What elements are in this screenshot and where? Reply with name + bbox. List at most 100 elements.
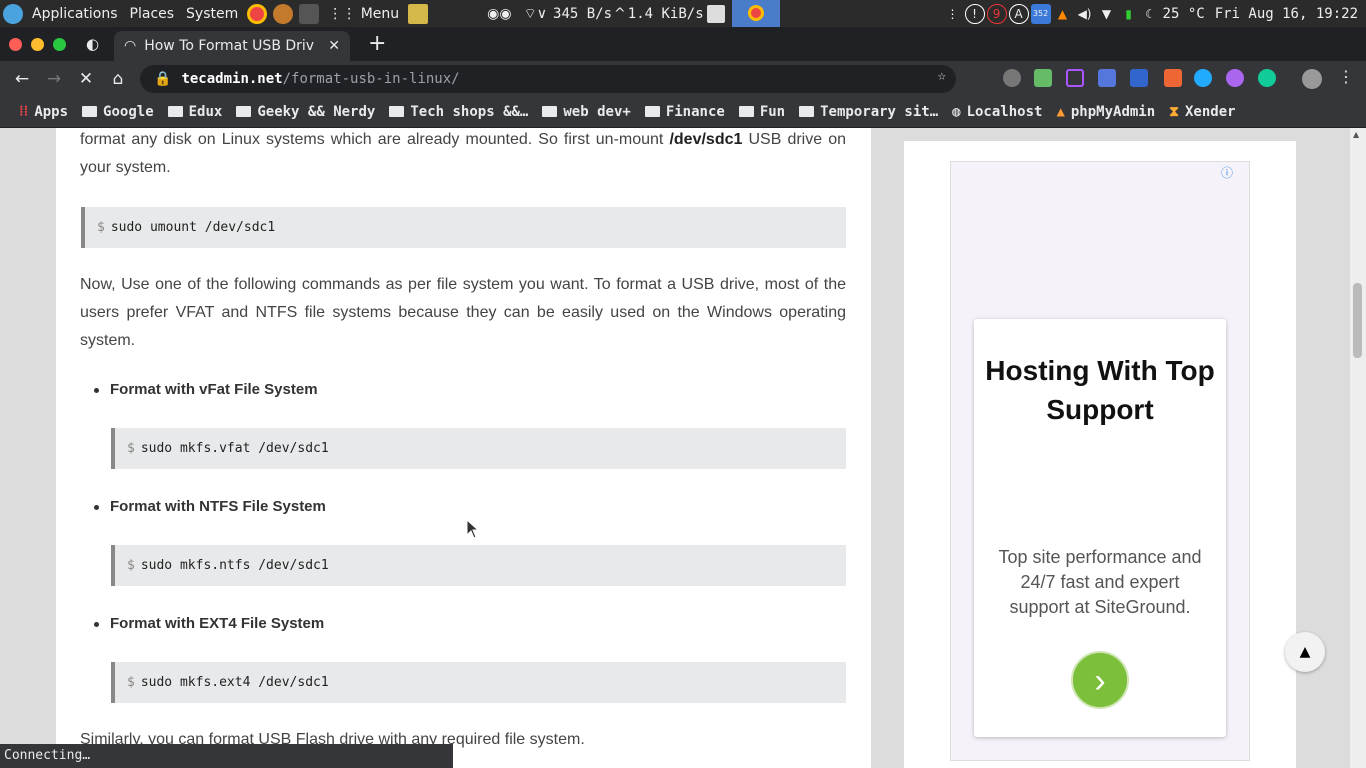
- menu-label: Menu: [360, 5, 400, 22]
- sidebar: ⓘ Hosting With Top Support Top site perf…: [904, 141, 1296, 768]
- network-monitor-icon: ⌔∨: [523, 5, 548, 22]
- xender-icon: ⧗: [1169, 103, 1179, 120]
- sublime-launcher-icon[interactable]: [273, 3, 294, 24]
- code-block-vfat[interactable]: $ sudo mkfs.vfat /dev/sdc1: [111, 428, 846, 469]
- bookmark-phpmyadmin[interactable]: ▲ phpMyAdmin: [1051, 104, 1160, 120]
- bookmark-label: Geeky && Nerdy: [257, 103, 376, 120]
- ad-arrow-button[interactable]: ›: [1071, 651, 1129, 709]
- command-text: sudo mkfs.ext4 /dev/sdc1: [140, 675, 329, 690]
- bookmark-label: Tech shops &&…: [410, 103, 529, 120]
- up-arrow-icon: ^: [614, 5, 626, 22]
- screenshot-icon[interactable]: [706, 4, 725, 23]
- tray-a-icon[interactable]: A: [1008, 3, 1029, 24]
- weather-icon: ☾: [1145, 6, 1156, 21]
- profile-avatar[interactable]: [1302, 69, 1322, 89]
- address-bar[interactable]: 🔒 tecadmin.net /format-usb-in-linux/ ☆: [140, 65, 956, 93]
- lock-icon[interactable]: 🔒: [154, 71, 171, 87]
- folder-icon: [167, 106, 183, 117]
- printer-icon[interactable]: [408, 3, 429, 24]
- system-menu[interactable]: System: [180, 6, 244, 22]
- extension-gear-icon[interactable]: [1003, 69, 1021, 87]
- filesystem-paragraph: Now, Use one of the following commands a…: [80, 276, 846, 349]
- close-tab-icon[interactable]: ✕: [328, 38, 340, 54]
- stop-loading-icon[interactable]: ✕: [72, 65, 100, 93]
- bookmark-google[interactable]: Google: [77, 104, 159, 120]
- extension-check-icon[interactable]: [1034, 69, 1052, 87]
- bookmark-star-icon[interactable]: ☆: [938, 68, 946, 84]
- tab-search-icon[interactable]: ◐: [86, 35, 99, 53]
- tray-badge-352[interactable]: 352: [1030, 3, 1051, 24]
- eyes-icon: ◉◉: [487, 5, 512, 22]
- bookmark-label: Fun: [759, 103, 786, 120]
- mouse-cursor-icon: [466, 519, 480, 539]
- shell-prompt: $: [127, 441, 135, 456]
- bookmark-geeky[interactable]: Geeky && Nerdy: [231, 104, 380, 120]
- back-icon[interactable]: ←: [8, 65, 36, 93]
- chrome-launcher-icon[interactable]: [247, 3, 268, 24]
- folder-icon: [542, 106, 558, 117]
- status-bubble: Connecting…: [0, 744, 453, 768]
- code-block-ext4[interactable]: $ sudo mkfs.ext4 /dev/sdc1: [111, 662, 846, 703]
- loading-spinner-icon: ◠: [124, 38, 137, 54]
- ad-card[interactable]: Hosting With Top Support Top site perfor…: [974, 319, 1226, 737]
- minimize-window-icon[interactable]: [31, 37, 44, 51]
- applications-menu[interactable]: Applications: [26, 6, 124, 22]
- bookmark-tech-shops[interactable]: Tech shops &&…: [384, 104, 533, 120]
- folder-icon: [236, 106, 252, 117]
- vlc-icon[interactable]: ▲: [1053, 4, 1073, 24]
- scroll-up-arrow-icon[interactable]: ▲: [1353, 130, 1359, 139]
- home-icon[interactable]: ⌂: [104, 65, 132, 93]
- command-text: sudo mkfs.vfat /dev/sdc1: [140, 441, 329, 456]
- bookmark-fun[interactable]: Fun: [734, 104, 790, 120]
- tab-bar: ◐ ◠ How To Format USB Driv ✕ +: [0, 27, 1366, 61]
- clock[interactable]: Fri Aug 16, 19:22: [1215, 6, 1358, 22]
- extension-pulse-icon[interactable]: [1130, 69, 1148, 87]
- code-block-ntfs[interactable]: $ sudo mkfs.ntfs /dev/sdc1: [111, 545, 846, 586]
- close-window-icon[interactable]: [9, 37, 22, 51]
- article-content: format any disk on Linux systems which a…: [56, 128, 871, 768]
- code-block-umount[interactable]: $ sudo umount /dev/sdc1: [81, 207, 846, 248]
- bookmark-label: Temporary sit…: [820, 103, 939, 120]
- volume-icon[interactable]: ◀): [1075, 4, 1095, 24]
- page-scrollbar[interactable]: ▲: [1350, 128, 1366, 768]
- places-menu[interactable]: Places: [124, 6, 181, 22]
- bullet-vfat: Format with vFat File System: [94, 381, 318, 398]
- shell-prompt: $: [127, 558, 135, 573]
- extension-play-icon[interactable]: [1194, 69, 1212, 87]
- advertisement[interactable]: ⓘ Hosting With Top Support Top site perf…: [950, 161, 1250, 761]
- tray-badge-9[interactable]: 9: [986, 3, 1007, 24]
- menu-button[interactable]: ⋮⋮ Menu: [322, 6, 405, 22]
- new-tab-icon[interactable]: +: [368, 31, 386, 56]
- temperature: 25 °C: [1162, 5, 1205, 22]
- extension-grid-icon[interactable]: [1098, 69, 1116, 87]
- extension-m-icon[interactable]: [1258, 69, 1276, 87]
- command-text: sudo umount /dev/sdc1: [110, 220, 276, 235]
- bookmark-temporary[interactable]: Temporary sit…: [794, 104, 943, 120]
- extension-paint-icon[interactable]: [1226, 69, 1244, 87]
- battery-icon[interactable]: ▮: [1119, 4, 1139, 24]
- ad-info-icon[interactable]: ⓘ: [1221, 164, 1233, 181]
- chrome-window-button[interactable]: [731, 0, 780, 27]
- bookmark-edux[interactable]: Edux: [163, 104, 228, 120]
- extension-square-icon[interactable]: [1066, 69, 1084, 87]
- scrollbar-thumb[interactable]: [1353, 283, 1362, 358]
- bookmark-apps[interactable]: ⁞⁞ Apps: [14, 103, 73, 120]
- forward-icon[interactable]: →: [40, 65, 68, 93]
- tray-menu-icon[interactable]: ⋮: [943, 4, 963, 24]
- url-domain: tecadmin.net: [181, 71, 283, 87]
- terminal-launcher-icon[interactable]: [299, 3, 320, 24]
- maximize-window-icon[interactable]: [53, 37, 66, 51]
- distro-logo-icon[interactable]: [3, 3, 23, 24]
- bookmark-web-dev[interactable]: web dev+: [537, 104, 635, 120]
- tab-active[interactable]: ◠ How To Format USB Driv ✕: [114, 31, 350, 61]
- bullet-ntfs: Format with NTFS File System: [94, 498, 326, 515]
- bookmark-xender[interactable]: ⧗ Xender: [1164, 104, 1240, 120]
- bookmark-finance[interactable]: Finance: [640, 104, 730, 120]
- more-menu-icon[interactable]: ⋮: [1338, 67, 1354, 86]
- bookmark-localhost[interactable]: ◍ Localhost: [947, 104, 1047, 120]
- shell-prompt: $: [127, 675, 135, 690]
- scroll-to-top-button[interactable]: ▲: [1285, 632, 1325, 672]
- extension-flag-icon[interactable]: [1164, 69, 1182, 87]
- tray-info-icon[interactable]: !: [964, 3, 985, 24]
- wifi-icon[interactable]: ▼: [1097, 4, 1117, 24]
